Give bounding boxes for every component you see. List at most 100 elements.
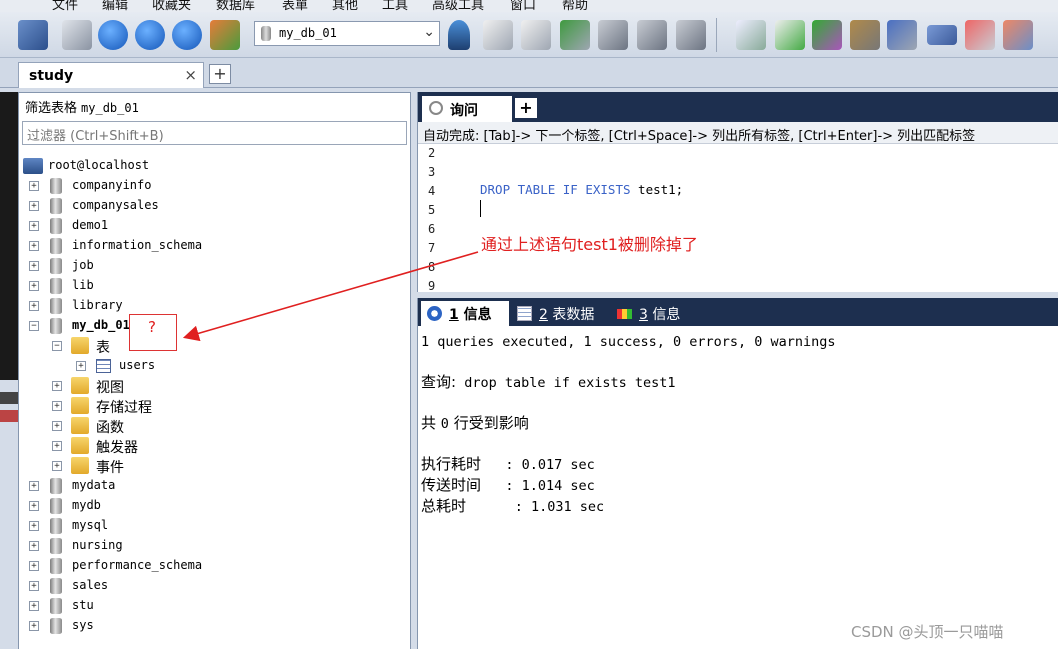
expand-icon[interactable]: +	[29, 281, 39, 291]
tree-table-users[interactable]: + users	[19, 356, 409, 376]
database-select[interactable]: my_db_01 ⌄	[254, 21, 440, 46]
filter-input[interactable]: 过滤器 (Ctrl+Shift+B)	[22, 121, 407, 145]
expand-icon[interactable]: +	[52, 461, 62, 471]
report-icon[interactable]	[965, 20, 995, 50]
menu-window[interactable]: 窗口	[510, 0, 536, 12]
menu-help[interactable]: 帮助	[562, 0, 588, 12]
expand-icon[interactable]: +	[29, 621, 39, 631]
tab-query[interactable]: 询问	[422, 96, 512, 122]
tree-db-stu[interactable]: + stu	[19, 596, 409, 616]
tree-db-label: mysql	[72, 518, 109, 532]
table-view-icon[interactable]	[598, 20, 628, 50]
tree-db-sales[interactable]: + sales	[19, 576, 409, 596]
expand-icon[interactable]: +	[29, 261, 39, 271]
line-number: 5	[428, 203, 436, 217]
tree-folder-views[interactable]: + 视图	[19, 376, 409, 396]
tree-db-mydata[interactable]: + mydata	[19, 476, 409, 496]
tree-folder-functions[interactable]: + 函数	[19, 416, 409, 436]
expand-icon[interactable]: +	[76, 361, 86, 371]
tree-root[interactable]: root@localhost	[19, 156, 409, 176]
schema-icon[interactable]	[210, 20, 240, 50]
designer-icon[interactable]	[1003, 20, 1033, 50]
expand-icon[interactable]: +	[29, 561, 39, 571]
close-icon[interactable]: ×	[184, 66, 197, 84]
tree-folder-label: 事件	[96, 460, 124, 476]
menu-tools[interactable]: 工具	[382, 0, 408, 12]
expand-icon[interactable]: +	[29, 301, 39, 311]
tab-result-table-data-label: 2 表数据	[539, 307, 595, 323]
sql-editor-line[interactable]: DROP TABLE IF EXISTS test1;	[480, 182, 683, 197]
tree-db-performance-schema[interactable]: + performance_schema	[19, 556, 409, 576]
autocomplete-hint: 自动完成: [Tab]-> 下一个标签, [Ctrl+Space]-> 列出所有…	[418, 122, 1058, 144]
create-table-icon[interactable]	[521, 20, 551, 50]
tree-db-demo1[interactable]: + demo1	[19, 216, 409, 236]
tab-result-table-data[interactable]: 2 表数据	[511, 301, 607, 326]
line-number: 9	[428, 279, 436, 293]
new-query-icon[interactable]	[62, 20, 92, 50]
expand-icon[interactable]: +	[29, 521, 39, 531]
add-query-tab-button[interactable]: +	[515, 98, 537, 118]
chevron-down-icon[interactable]: ⌄	[423, 24, 435, 40]
expand-icon[interactable]: +	[29, 181, 39, 191]
tree-folder-procedures[interactable]: + 存储过程	[19, 396, 409, 416]
menu-edit[interactable]: 编辑	[102, 0, 128, 12]
expand-icon[interactable]: +	[29, 201, 39, 211]
import-icon[interactable]	[850, 20, 880, 50]
tree-folder-events[interactable]: + 事件	[19, 456, 409, 476]
query-tab-bar: 询问 +	[418, 92, 1058, 122]
main-toolbar: my_db_01 ⌄	[0, 12, 1058, 58]
tree-folder-tables[interactable]: − 表	[19, 336, 409, 356]
collapse-icon[interactable]: −	[29, 321, 39, 331]
table-schema-icon[interactable]	[676, 20, 706, 50]
execute-query-icon[interactable]	[98, 20, 128, 50]
check-icon[interactable]	[736, 20, 766, 50]
create-database-icon[interactable]	[483, 20, 513, 50]
menu-favorites[interactable]: 收藏夹	[152, 0, 191, 12]
expand-icon[interactable]: +	[52, 441, 62, 451]
expand-icon[interactable]: +	[29, 221, 39, 231]
collapse-icon[interactable]: −	[52, 341, 62, 351]
refresh-icon[interactable]	[172, 20, 202, 50]
menu-other[interactable]: 其他	[332, 0, 358, 12]
tree-db-job[interactable]: + job	[19, 256, 409, 276]
expand-icon[interactable]: +	[52, 401, 62, 411]
tree-db-mysql[interactable]: + mysql	[19, 516, 409, 536]
add-connection-tab-button[interactable]: +	[209, 64, 231, 84]
expand-icon[interactable]: +	[52, 381, 62, 391]
tree-db-nursing[interactable]: + nursing	[19, 536, 409, 556]
tab-result-info-1[interactable]: 1 信息	[421, 301, 509, 326]
line-number: 8	[428, 260, 436, 274]
compare-icon[interactable]	[812, 20, 842, 50]
tree-db-sys[interactable]: + sys	[19, 616, 409, 636]
user-icon[interactable]	[448, 20, 470, 50]
tree-db-companyinfo[interactable]: + companyinfo	[19, 176, 409, 196]
result-summary: 1 queries executed, 1 success, 0 errors,…	[421, 334, 836, 350]
execute-all-icon[interactable]	[135, 20, 165, 50]
menu-database[interactable]: 数据库	[216, 0, 255, 12]
table-data-icon[interactable]	[637, 20, 667, 50]
tree-db-my-db-01[interactable]: − my_db_01	[19, 316, 409, 336]
expand-icon[interactable]: +	[29, 501, 39, 511]
tab-result-info-3[interactable]: 3 信息	[611, 301, 695, 326]
menu-file[interactable]: 文件	[52, 0, 78, 12]
tree-folder-triggers[interactable]: + 触发器	[19, 436, 409, 456]
tree-db-mydb[interactable]: + mydb	[19, 496, 409, 516]
new-connection-icon[interactable]	[18, 20, 48, 50]
export-icon[interactable]	[887, 20, 917, 50]
tree-db-lib[interactable]: + lib	[19, 276, 409, 296]
tree-db-information-schema[interactable]: + information_schema	[19, 236, 409, 256]
tab-study[interactable]: study ×	[18, 62, 204, 88]
expand-icon[interactable]: +	[29, 481, 39, 491]
menu-table[interactable]: 表單	[282, 0, 308, 12]
sync-icon[interactable]	[775, 20, 805, 50]
tree-db-companysales[interactable]: + companysales	[19, 196, 409, 216]
expand-icon[interactable]: +	[29, 241, 39, 251]
tree-db-library[interactable]: + library	[19, 296, 409, 316]
menu-advanced-tools[interactable]: 高级工具	[432, 0, 484, 12]
expand-icon[interactable]: +	[29, 601, 39, 611]
expand-icon[interactable]: +	[29, 581, 39, 591]
expand-icon[interactable]: +	[52, 421, 62, 431]
keyboard-icon[interactable]	[927, 25, 957, 45]
backup-icon[interactable]	[560, 20, 590, 50]
expand-icon[interactable]: +	[29, 541, 39, 551]
